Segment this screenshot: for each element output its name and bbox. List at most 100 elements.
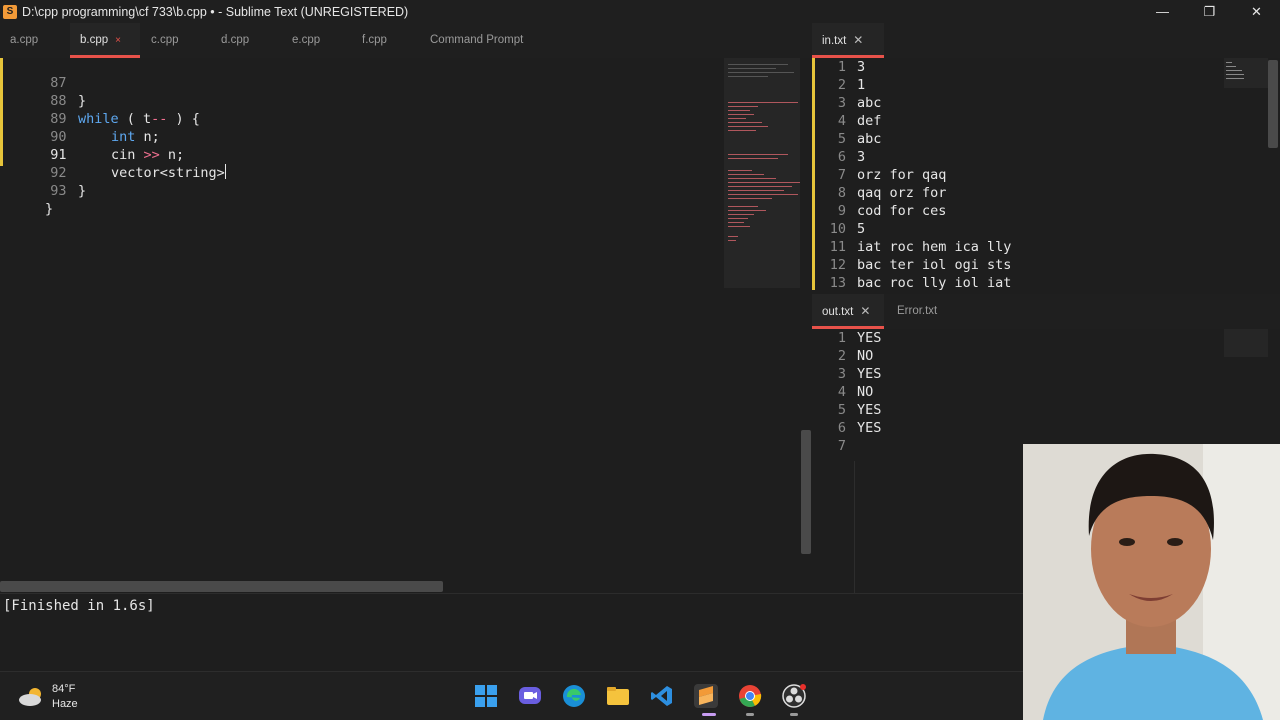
- tab-label: a.cpp: [10, 34, 39, 46]
- minimap-line: [728, 158, 778, 159]
- input-scrollbar-thumb[interactable]: [1268, 60, 1278, 148]
- weather-description: Haze: [52, 698, 78, 710]
- tab-f-cpp[interactable]: f.cpp: [352, 23, 422, 58]
- title-bar: S D:\cpp programming\cf 733\b.cpp • - Su…: [0, 0, 1280, 23]
- minimap-line: [728, 106, 758, 107]
- minimap-line: [1226, 70, 1242, 71]
- minimap-line: [728, 110, 750, 111]
- minimap-line: [1226, 74, 1244, 75]
- minimap-line: [728, 72, 794, 73]
- code-line-current: 91 vector<string>: [0, 128, 724, 181]
- tab-label: Command Prompt: [430, 34, 524, 46]
- minimap-line: [728, 178, 776, 179]
- tab-label: d.cpp: [221, 34, 250, 46]
- line-number: 1: [837, 59, 846, 75]
- edge-browser-icon[interactable]: [562, 684, 586, 708]
- teams-chat-icon[interactable]: [518, 684, 542, 708]
- tab-close-icon[interactable]: ×: [115, 35, 121, 46]
- tab-b-cpp[interactable]: b.cpp ×: [70, 23, 140, 58]
- code-line: 92 }: [0, 146, 724, 199]
- text-line: 13: [812, 58, 1212, 76]
- vscode-icon[interactable]: [650, 684, 674, 708]
- tab-label: f.cpp: [362, 34, 387, 46]
- close-icon[interactable]: ✕: [853, 33, 863, 47]
- minimap-line: [728, 182, 800, 183]
- minimap-line: [728, 236, 738, 237]
- text-line: 6 YES: [812, 419, 1212, 437]
- text-line: 3 YES: [812, 365, 1212, 383]
- close-icon[interactable]: ✕: [860, 304, 870, 318]
- minimap-line: [728, 210, 766, 211]
- line-text: iat roc hem ica lly: [857, 239, 1012, 255]
- weather-widget[interactable]: 84°F Haze: [18, 682, 78, 712]
- editor-tab-bar: a.cpp b.cpp × c.cpp d.cpp e.cpp f.cpp Com…: [0, 23, 812, 58]
- close-button[interactable]: ✕: [1233, 0, 1280, 23]
- line-number: 2: [837, 348, 846, 364]
- obs-icon[interactable]: [782, 684, 806, 708]
- running-app-indicator: [790, 713, 798, 716]
- minimap-line: [1226, 62, 1232, 63]
- minimap-line: [728, 222, 744, 223]
- text-line: 1 YES: [812, 329, 1212, 347]
- line-number: 1: [837, 330, 846, 346]
- line-text: YES: [857, 330, 882, 346]
- line-number: 5: [837, 402, 846, 418]
- code-line: 93 }: [0, 164, 724, 217]
- minimap-line: [728, 64, 788, 65]
- tab-command-prompt[interactable]: Command Prompt: [420, 23, 550, 58]
- window-controls: — ❐ ✕: [1139, 0, 1280, 23]
- text-line: 8 qaq orz for: [812, 184, 1212, 202]
- editor-hscrollbar[interactable]: [0, 580, 812, 593]
- minimap-line: [728, 126, 768, 127]
- chrome-icon[interactable]: [738, 684, 762, 708]
- line-text: 3: [857, 59, 866, 75]
- tab-error-txt[interactable]: Error.txt: [887, 294, 967, 329]
- text-line: 5 abc: [812, 130, 1212, 148]
- minimize-button[interactable]: —: [1139, 0, 1186, 23]
- tab-e-cpp[interactable]: e.cpp: [282, 23, 352, 58]
- minimap-line: [728, 114, 754, 115]
- line-text: def: [857, 113, 882, 129]
- editor-scrollbar[interactable]: [800, 58, 812, 580]
- code-line: 89 int n;: [0, 92, 724, 145]
- minimap-line: [728, 118, 746, 119]
- maximize-button[interactable]: ❐: [1186, 0, 1233, 23]
- line-number: 8: [837, 185, 846, 201]
- code-text: }: [78, 183, 87, 199]
- output-tab-bar: out.txt ✕ Error.txt: [812, 294, 1280, 329]
- windows-start-icon[interactable]: [474, 684, 498, 708]
- tab-d-cpp[interactable]: d.cpp: [211, 23, 281, 58]
- line-text: NO: [857, 348, 874, 364]
- tab-label: e.cpp: [292, 34, 321, 46]
- tab-in-txt[interactable]: in.txt ✕: [812, 23, 884, 58]
- input-minimap: [1224, 58, 1268, 88]
- minimap[interactable]: [724, 58, 800, 288]
- minimap-line: [1226, 78, 1244, 79]
- text-line: 4 def: [812, 112, 1212, 130]
- line-number: 7: [837, 438, 846, 454]
- line-number: 11: [829, 239, 846, 255]
- editor-hscrollbar-thumb[interactable]: [0, 581, 443, 592]
- line-number: 12: [829, 257, 846, 273]
- input-editor[interactable]: 1 3 2 1 3 abc 4 def 5 abc 6 3 7 orz for qaq 8 qaq orz f…: [812, 58, 1280, 290]
- tab-c-cpp[interactable]: c.cpp: [141, 23, 211, 58]
- tab-out-txt[interactable]: out.txt ✕: [812, 294, 884, 329]
- text-line: 4 NO: [812, 383, 1212, 401]
- minimap-line: [728, 198, 772, 199]
- code-line: 88 while ( t-- ) {: [0, 74, 724, 127]
- line-text: cod for ces: [857, 203, 947, 219]
- text-line: 3 abc: [812, 94, 1212, 112]
- line-number: 10: [829, 221, 846, 237]
- minimap-line: [728, 218, 748, 219]
- tab-a-cpp[interactable]: a.cpp: [0, 23, 70, 58]
- input-tab-bar: in.txt ✕: [812, 23, 1280, 58]
- code-editor[interactable]: 87 } 88 while ( t-- ) { 89 int n; 90 cin…: [0, 58, 724, 580]
- line-text: 1: [857, 77, 866, 93]
- line-number: 13: [829, 275, 846, 290]
- editor-scrollbar-thumb[interactable]: [801, 430, 811, 554]
- sublime-text-taskbar-icon[interactable]: [694, 684, 718, 708]
- minimap-line: [728, 226, 750, 227]
- file-explorer-icon[interactable]: [606, 684, 630, 708]
- line-text: YES: [857, 420, 882, 436]
- weather-temperature: 84°F: [52, 683, 76, 695]
